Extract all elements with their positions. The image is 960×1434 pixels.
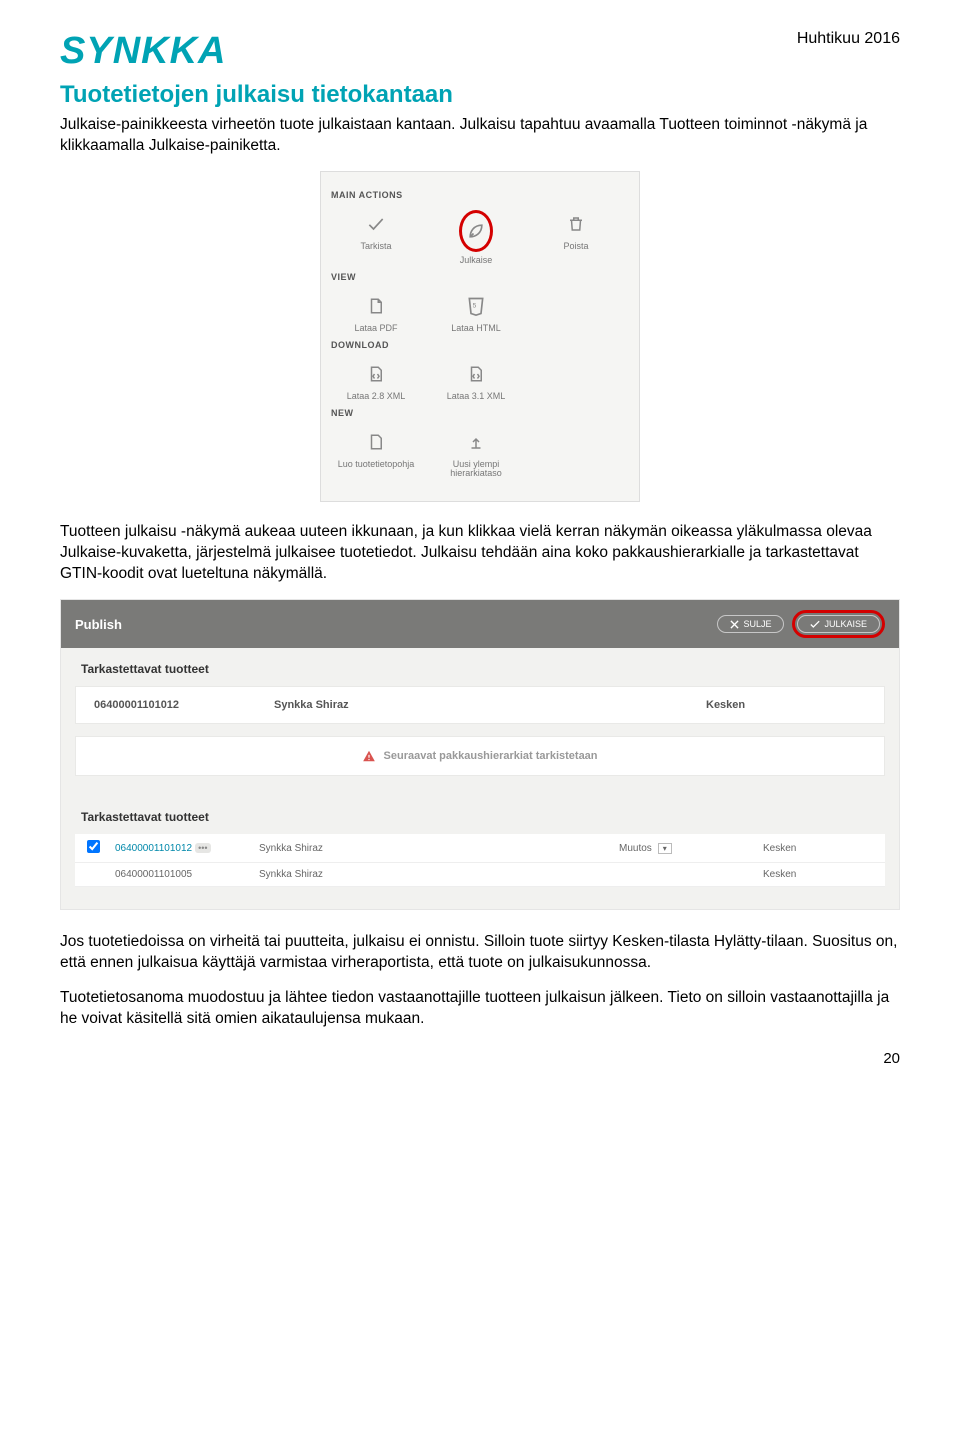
section-heading-2: Tarkastettavat tuotteet: [61, 796, 899, 834]
check-icon: [810, 620, 820, 629]
more-icon[interactable]: •••: [195, 843, 210, 853]
section-heading-1: Tarkastettavat tuotteet: [61, 648, 899, 686]
publish-button[interactable]: JULKAISE: [797, 615, 880, 633]
action-luo-pohja[interactable]: Luo tuotetietopohja: [331, 428, 421, 480]
name-cell: Synkka Shiraz: [259, 869, 605, 880]
html-icon: 5: [466, 292, 486, 320]
hierarchy-up-icon: [467, 428, 485, 456]
publish-titlebar: Publish SULJE JULKAISE: [61, 600, 899, 648]
close-button[interactable]: SULJE: [717, 615, 784, 633]
highlight-oval: JULKAISE: [792, 610, 885, 638]
action-xml-28[interactable]: Lataa 2.8 XML: [331, 360, 421, 402]
header-date: Huhtikuu 2016: [797, 30, 900, 48]
page-number: 20: [60, 1050, 900, 1067]
gtin-cell: 06400001101005: [115, 869, 245, 880]
paragraph-4: Tuotetietosanoma muodostuu ja lähtee tie…: [60, 988, 900, 1030]
gtin-link[interactable]: 06400001101012•••: [115, 843, 245, 854]
warning-row: Seuraavat pakkaushierarkiat tarkistetaan: [75, 736, 885, 776]
trash-icon: [567, 210, 585, 238]
svg-text:5: 5: [473, 302, 477, 309]
check-icon: [366, 210, 386, 238]
product-row: 06400001101012 Synkka Shiraz Kesken: [75, 686, 885, 724]
action-lataa-pdf[interactable]: Lataa PDF: [331, 292, 421, 334]
publish-dialog: Publish SULJE JULKAISE Tarkastettavat tu…: [60, 599, 900, 910]
pdf-icon: [367, 292, 385, 320]
action-poista[interactable]: Poista: [531, 210, 621, 266]
paragraph-3: Jos tuotetiedoissa on virheitä tai puutt…: [60, 932, 900, 974]
close-icon: [730, 620, 739, 629]
publish-title: Publish: [75, 617, 122, 632]
action-julkaise[interactable]: Julkaise: [431, 210, 521, 266]
warning-icon: [362, 749, 376, 763]
action-xml-31[interactable]: Lataa 3.1 XML: [431, 360, 521, 402]
brand-logo: SYNKKA: [60, 30, 226, 73]
table-row: 06400001101005 Synkka Shiraz Kesken: [75, 863, 885, 887]
name-cell: Synkka Shiraz: [259, 843, 605, 854]
paragraph-2: Tuotteen julkaisu -näkymä aukeaa uuteen …: [60, 522, 900, 585]
heading-new: NEW: [331, 408, 629, 418]
gtin-cell: 06400001101012: [94, 699, 244, 711]
heading-view: VIEW: [331, 272, 629, 282]
heading-main-actions: MAIN ACTIONS: [331, 190, 629, 200]
page-title: Tuotetietojen julkaisu tietokantaan: [60, 81, 900, 109]
status-cell: Kesken: [763, 843, 873, 854]
file-icon: [367, 428, 385, 456]
actions-panel: MAIN ACTIONS Tarkista Julkaise Poista VI…: [320, 171, 640, 502]
xml-icon: [467, 360, 485, 388]
paragraph-1: Julkaise-painikkeesta virheetön tuote ju…: [60, 115, 900, 157]
action-tarkista[interactable]: Tarkista: [331, 210, 421, 266]
heading-download: DOWNLOAD: [331, 340, 629, 350]
name-cell: Synkka Shiraz: [274, 699, 676, 711]
highlight-circle: [459, 210, 493, 252]
action-uusi-hierarkia[interactable]: Uusi ylempi hierarkiataso: [431, 428, 521, 480]
product-table: 06400001101012••• Synkka Shiraz Muutos▾ …: [61, 834, 899, 901]
rocket-icon: [466, 217, 486, 245]
dropdown-icon[interactable]: ▾: [658, 843, 672, 854]
table-row: 06400001101012••• Synkka Shiraz Muutos▾ …: [75, 834, 885, 863]
row-checkbox[interactable]: [87, 840, 100, 853]
status-cell: Kesken: [763, 869, 873, 880]
xml-icon: [367, 360, 385, 388]
action-lataa-html[interactable]: 5 Lataa HTML: [431, 292, 521, 334]
change-cell: Muutos▾: [619, 843, 749, 854]
status-cell: Kesken: [706, 699, 866, 711]
